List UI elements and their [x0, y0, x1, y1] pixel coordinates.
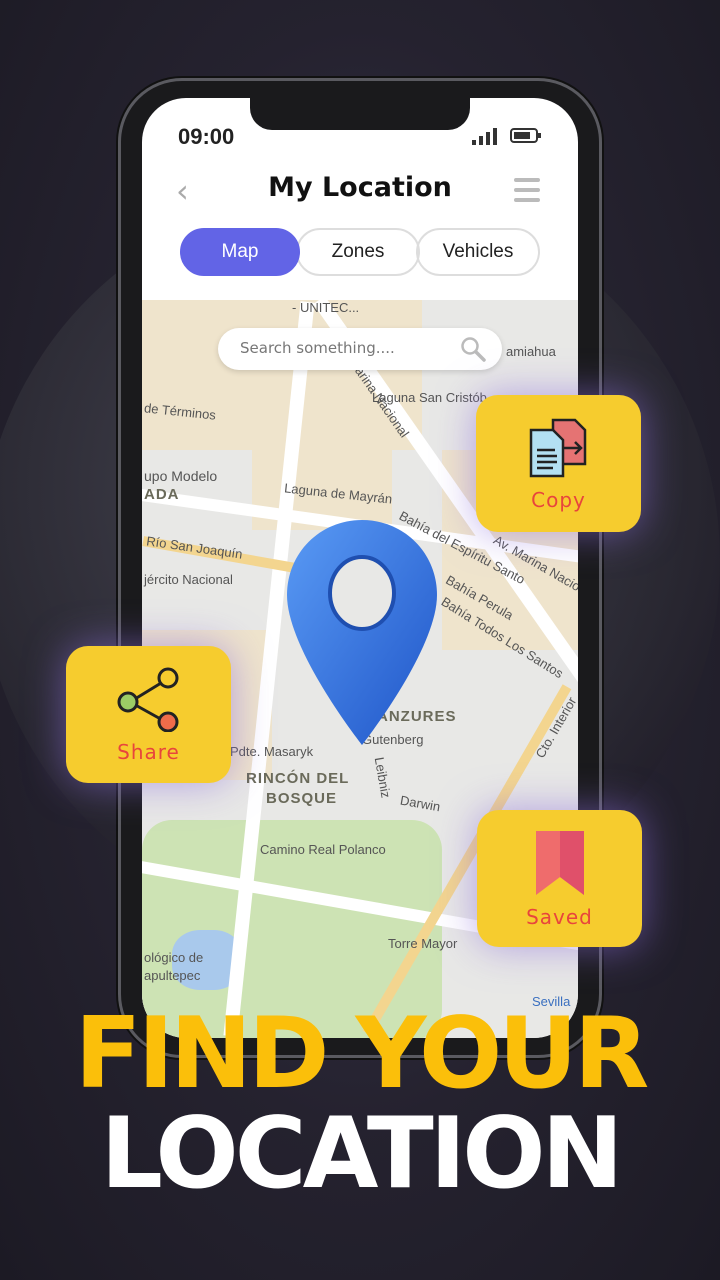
battery-icon [510, 128, 541, 143]
map-label: upo Modelo [144, 468, 218, 484]
map-label: - UNITEC... [292, 300, 360, 315]
status-time: 09:00 [178, 124, 235, 149]
map-label: Torre Mayor [388, 936, 458, 951]
share-icon [117, 667, 178, 732]
signal-icon [472, 128, 497, 145]
share-label: Share [117, 739, 180, 764]
map-label: Darwin [399, 792, 442, 815]
page-title: My Location [268, 172, 452, 203]
search-input[interactable]: Search something.... [218, 328, 502, 370]
map-label: Río San Joaquín [145, 533, 244, 562]
headline-line2: LOCATION [100, 1097, 623, 1211]
bookmark-icon [535, 830, 584, 895]
map-label: jército Nacional [144, 572, 233, 587]
copy-label: Copy [531, 487, 586, 512]
map-label: RINCÓN DEL [246, 770, 350, 787]
hamburger-icon[interactable] [514, 178, 540, 208]
headline-line1: FIND YOUR [74, 997, 650, 1111]
copy-button[interactable]: Copy [476, 395, 641, 532]
map-label: ológico de [144, 950, 204, 965]
map-label: apultepec [144, 968, 201, 983]
map-label: BOSQUE [266, 790, 338, 807]
tab-zones[interactable]: Zones [296, 228, 420, 276]
copy-document-icon [529, 418, 586, 477]
map-label: amiahua [506, 344, 556, 359]
search-icon[interactable] [460, 336, 486, 362]
location-pin-icon [287, 520, 437, 745]
map-label: ADA [144, 486, 180, 503]
notch [250, 98, 470, 130]
map-label: Camino Real Polanco [260, 842, 386, 857]
tab-bar: Map Zones Vehicles [180, 228, 540, 276]
saved-button[interactable]: Saved [477, 810, 642, 947]
search-placeholder: Search something.... [240, 339, 395, 357]
tab-vehicles[interactable]: Vehicles [416, 228, 540, 276]
share-button[interactable]: Share [66, 646, 231, 783]
tab-map[interactable]: Map [180, 228, 300, 276]
saved-label: Saved [526, 904, 593, 929]
map-label: Leibniz [371, 755, 394, 800]
